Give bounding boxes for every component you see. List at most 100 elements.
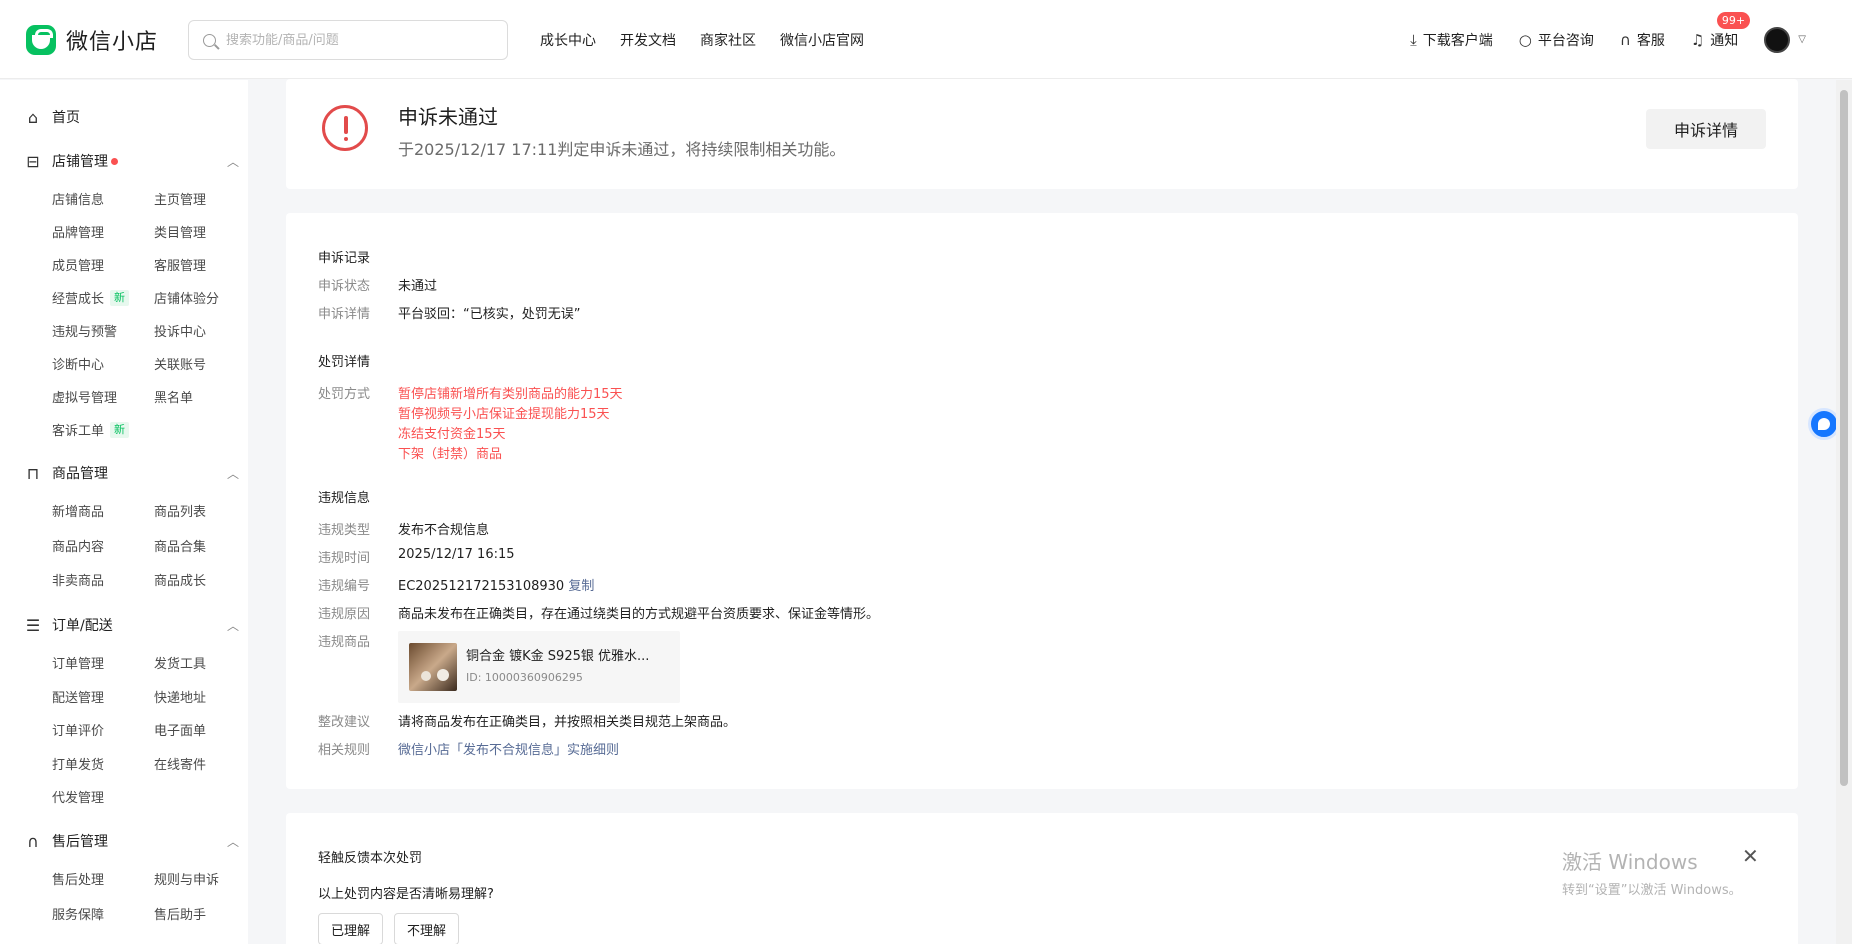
sidebar-sub-label: 客诉工单 [52,424,105,439]
chevron-up-icon[interactable]: ︿ [227,833,239,850]
sidebar-sub-item[interactable]: 类目管理 [154,222,206,241]
watermark-line2: 转到“设置”以激活 Windows。 [1562,883,1742,898]
watermark-line1: 激活 Windows [1562,850,1698,874]
sidebar-sub-item[interactable]: 发货工具 [154,653,206,672]
platform-consult-button[interactable]: ○ 平台咨询 [1519,30,1594,50]
sidebar-group-orders[interactable]: ☰ 订单/配送 [24,615,113,635]
sidebar-sub-item[interactable]: 黑名单 [154,387,193,406]
download-icon: ⤓ [1410,30,1417,49]
sidebar-sub-item[interactable]: 违规与预警 [52,321,117,340]
wechat-shop-logo-icon [26,25,56,55]
sidebar-sub-item[interactable]: 商品成长 [154,570,206,589]
field-label: 违规原因 [318,607,371,622]
nav-merchant-community[interactable]: 商家社区 [700,30,756,50]
sidebar: ⌂ 首页 ⊟ 店铺管理 ︿ 店铺信息 主页管理 品牌管理 类目管理 成员管理 客… [0,80,248,944]
field-label: 违规类型 [318,523,371,538]
chevron-up-icon[interactable]: ︿ [227,617,239,634]
sidebar-label: 订单/配送 [52,618,113,634]
new-badge: 新 [110,289,130,306]
sidebar-sub-item[interactable]: 投诉中心 [154,321,206,340]
field-label: 处罚方式 [318,387,371,402]
sidebar-sub-item[interactable]: 商品列表 [154,501,206,520]
sidebar-sub-item[interactable]: 客服管理 [154,255,206,274]
close-icon[interactable]: ✕ [1742,844,1759,868]
sidebar-sub-item[interactable]: 新增商品 [52,501,104,520]
sidebar-sub-item[interactable]: 售后处理 [52,869,104,888]
scrollbar[interactable] [1836,80,1852,944]
violation-number-row: EC202512172153108930 复制 [398,575,594,594]
field-label: 违规商品 [318,635,371,650]
notification-button[interactable]: ♫ 通知 99+ [1691,11,1751,50]
sidebar-sub-item[interactable]: 在线寄件 [154,754,206,773]
nav-growth-center[interactable]: 成长中心 [540,30,596,50]
sidebar-sub-item-complaint[interactable]: 客诉工单 新 [52,420,130,439]
scrollbar-thumb[interactable] [1840,90,1848,786]
sidebar-sub-item[interactable]: 快递地址 [154,687,206,706]
sidebar-sub-item[interactable]: 代发管理 [52,787,104,806]
violation-type-value: 发布不合规信息 [398,523,490,538]
section-title-violation: 违规信息 [318,491,371,506]
sidebar-item-home[interactable]: ⌂ 首页 [24,107,80,127]
top-nav: 成长中心 开发文档 商家社区 微信小店官网 [540,0,888,79]
sidebar-label: 店铺管理 [52,154,108,170]
chevron-down-icon[interactable]: ▽ [1798,34,1806,45]
copy-link[interactable]: 复制 [568,579,594,594]
notification-badge: 99+ [1716,11,1751,29]
search-input[interactable] [226,32,496,48]
download-label: 下载客户端 [1422,32,1493,49]
sidebar-label: 售后管理 [52,834,108,850]
not-understood-button[interactable]: 不理解 [394,913,460,944]
chevron-up-icon[interactable]: ︿ [227,153,239,170]
customer-service-button[interactable]: ∩ 客服 [1620,30,1665,50]
sidebar-sub-item[interactable]: 商品内容 [52,536,104,555]
sidebar-sub-item[interactable]: 诊断中心 [52,354,104,373]
violation-time-value: 2025/12/17 16:15 [398,547,515,562]
home-icon: ⌂ [27,107,39,127]
download-client-button[interactable]: ⤓ 下载客户端 [1410,30,1493,50]
sidebar-sub-item[interactable]: 打单发货 [52,754,104,773]
alert-exclamation-icon [322,105,368,151]
sidebar-sub-item[interactable]: 关联账号 [154,354,206,373]
sidebar-sub-item[interactable]: 店铺体验分 [154,288,219,307]
sidebar-sub-item[interactable]: 订单评价 [52,720,104,739]
sidebar-group-shop[interactable]: ⊟ 店铺管理 [24,151,118,171]
search-box[interactable] [188,20,508,60]
appeal-detail-button[interactable]: 申诉详情 [1646,109,1766,149]
sidebar-sub-item[interactable]: 配送管理 [52,687,104,706]
sidebar-sub-item[interactable]: 订单管理 [52,653,104,672]
headset-icon: ∩ [27,831,39,851]
sidebar-sub-item[interactable]: 电子面单 [154,720,206,739]
appeal-status-card: 申诉未通过 于2025/12/17 17:11判定申诉未通过，将持续限制相关功能… [286,79,1798,189]
violation-product-card[interactable]: 铜合金 镀K金 S925银 优雅水... ID: 10000360906295 [398,631,680,703]
penalty-method-item: 暂停店铺新增所有类别商品的能力15天 [398,387,623,402]
related-rule-link[interactable]: 微信小店「发布不合规信息」实施细则 [398,739,619,758]
appeal-status-value: 未通过 [398,279,438,294]
top-bar: 微信小店 成长中心 开发文档 商家社区 微信小店官网 ⤓ 下载客户端 ○ 平台咨… [0,0,1852,79]
sidebar-group-aftersale[interactable]: ∩ 售后管理 [24,831,108,851]
avatar[interactable] [1764,26,1791,53]
logo[interactable]: 微信小店 [26,24,158,56]
field-label: 违规时间 [318,551,371,566]
appeal-detail-value: 平台驳回：“已核实，处罚无误” [398,307,581,322]
sidebar-sub-item[interactable]: 非卖商品 [52,570,104,589]
sidebar-sub-item[interactable]: 服务保障 [52,904,104,923]
appeal-status-desc: 于2025/12/17 17:11判定申诉未通过，将持续限制相关功能。 [398,140,846,159]
sidebar-label: 商品管理 [52,466,108,482]
sidebar-sub-item[interactable]: 售后助手 [154,904,206,923]
sidebar-sub-item[interactable]: 规则与申诉 [154,869,219,888]
sidebar-sub-item[interactable]: 虚拟号管理 [52,387,117,406]
nav-official-site[interactable]: 微信小店官网 [780,30,864,50]
sidebar-sub-item[interactable]: 主页管理 [154,189,206,208]
sidebar-sub-item[interactable]: 成员管理 [52,255,104,274]
sidebar-sub-item-growth[interactable]: 经营成长 新 [52,288,130,307]
product-thumbnail [409,643,457,691]
understood-button[interactable]: 已理解 [318,913,384,944]
sidebar-sub-item[interactable]: 店铺信息 [52,189,104,208]
chevron-up-icon[interactable]: ︿ [227,465,239,482]
field-label: 申诉状态 [318,279,371,294]
sidebar-sub-item[interactable]: 商品合集 [154,536,206,555]
nav-dev-docs[interactable]: 开发文档 [620,30,676,50]
sidebar-sub-item[interactable]: 品牌管理 [52,222,104,241]
sidebar-group-goods[interactable]: ⊓ 商品管理 [24,463,108,483]
service-label: 客服 [1636,32,1665,49]
